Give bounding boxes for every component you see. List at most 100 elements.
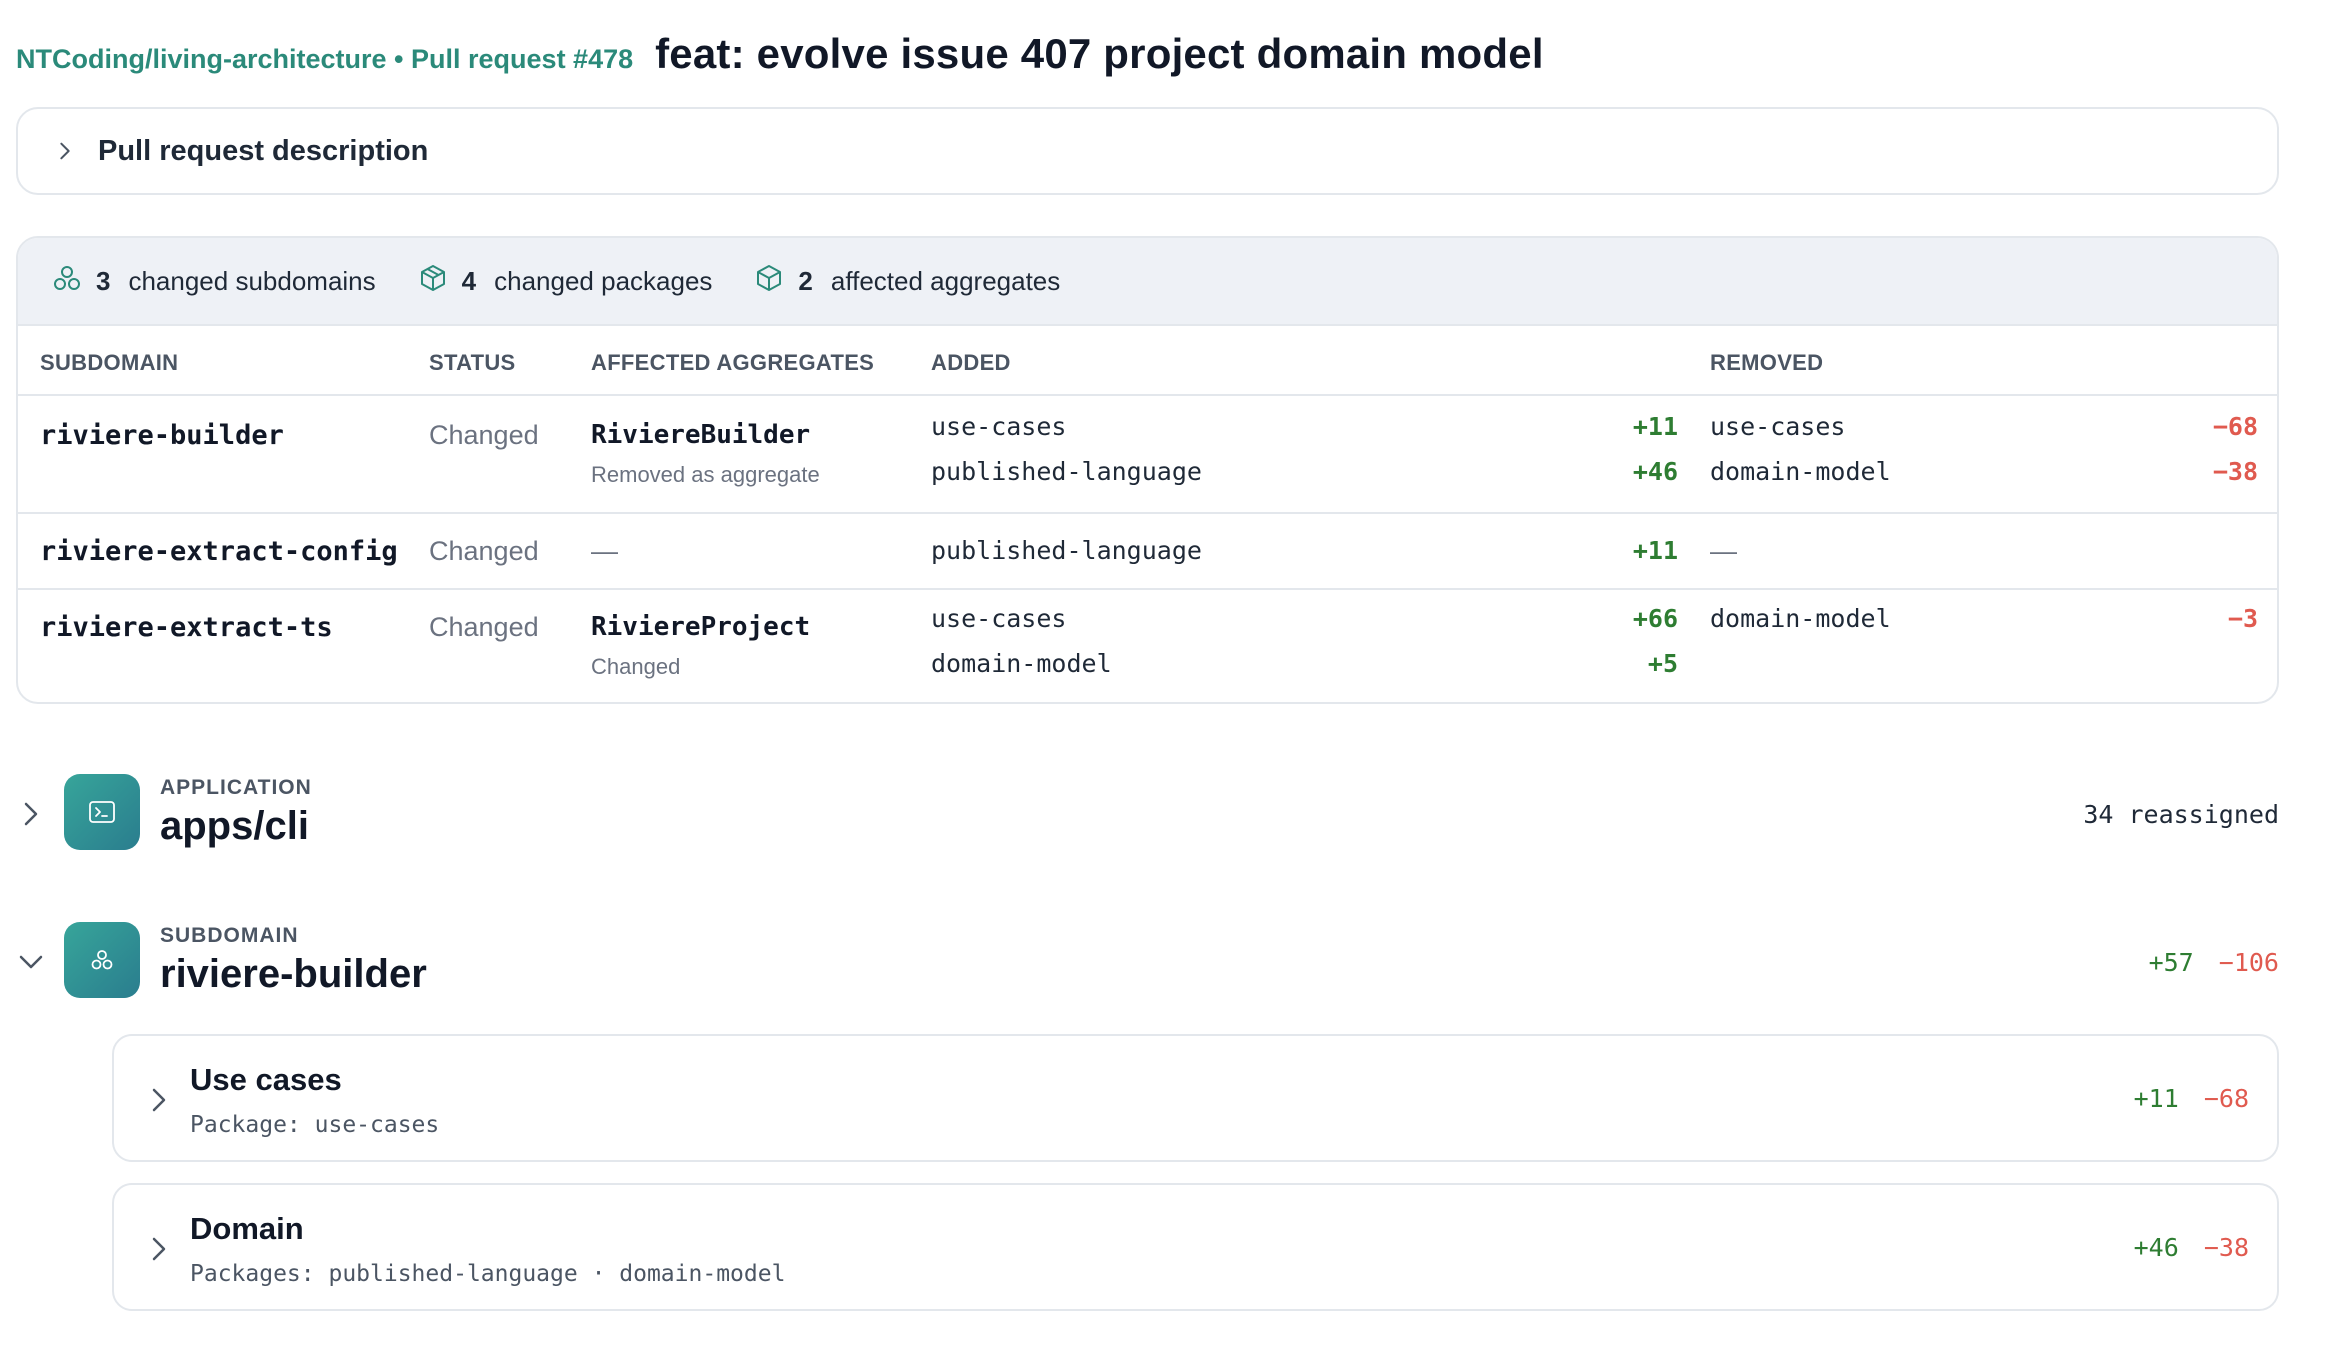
aggregate-empty: —: [591, 536, 618, 566]
removed-deltas: −68 −38: [2158, 404, 2258, 494]
stat-affected-aggregates: 2 affected aggregates: [754, 263, 1060, 300]
description-label[interactable]: Pull request description: [98, 135, 428, 168]
stat-count: 4: [461, 265, 477, 296]
added-count: +5: [1647, 649, 1678, 678]
stat-count: 2: [798, 265, 813, 296]
pr-number[interactable]: Pull request #478: [411, 44, 633, 74]
added-count: +66: [1632, 604, 1678, 633]
aggregate-note: Changed: [591, 654, 681, 679]
change-summary: 3 changed subdomains 4 changed packages …: [16, 236, 2279, 704]
package-name: published-language: [931, 536, 1202, 565]
chevron-right-icon[interactable]: [16, 799, 46, 829]
added-packages: use-cases published-language: [931, 404, 1202, 494]
terminal-icon: [64, 774, 140, 850]
package-diff-stats: +11 −68: [2134, 1084, 2249, 1113]
reassigned-count: 34 reassigned: [2083, 800, 2279, 829]
package-card-subtitle: Package: use-cases: [190, 1112, 440, 1138]
table-row: riviere-builder Changed RiviereBuilder R…: [18, 396, 2277, 514]
subdomain-name[interactable]: riviere-extract-config: [40, 536, 398, 567]
added-count: +46: [1632, 457, 1678, 486]
status-text: Changed: [429, 420, 539, 450]
package-name: use-cases: [1710, 412, 1846, 441]
status-text: Changed: [429, 612, 539, 642]
section-title[interactable]: riviere-builder: [160, 952, 427, 997]
package-card-title[interactable]: Use cases: [190, 1062, 342, 1098]
chevron-right-icon[interactable]: [144, 1085, 174, 1115]
package-icon: [418, 263, 448, 300]
section-diff-stats: +57 −106: [2149, 948, 2279, 977]
aggregate-name: RiviereProject: [591, 612, 811, 642]
removed-packages: domain-model: [1710, 596, 1891, 641]
column-header-aggregates: AFFECTED AGGREGATES: [591, 350, 875, 375]
removed-count: −3: [2227, 604, 2258, 633]
package-diff-stats: +46 −38: [2134, 1233, 2249, 1262]
package-name: published-language: [931, 457, 1202, 486]
repo-pr-link[interactable]: NTCoding/living-architecture • Pull requ…: [16, 44, 633, 75]
added-deltas: +11: [1578, 528, 1678, 573]
package-name: domain-model: [1710, 457, 1891, 486]
added-count: +11: [2133, 1084, 2179, 1113]
removed-count: −106: [2218, 948, 2279, 977]
section-riviere-builder[interactable]: SUBDOMAIN riviere-builder +57 −106: [16, 922, 2279, 1002]
added-packages: use-cases domain-model: [931, 596, 1112, 686]
section-kind-label: APPLICATION: [160, 776, 312, 799]
package-name: use-cases: [931, 604, 1067, 633]
removed-count: −68: [2212, 412, 2258, 441]
aggregate-cell: RiviereProject Changed: [591, 612, 810, 680]
page-title: feat: evolve issue 407 project domain mo…: [655, 30, 1544, 77]
table-row: riviere-extract-config Changed — publish…: [18, 514, 2277, 590]
package-card-domain[interactable]: Domain Packages: published-language · do…: [112, 1183, 2279, 1311]
status-text: Changed: [429, 536, 539, 566]
added-count: +57: [2148, 948, 2194, 977]
added-count: +11: [1632, 536, 1678, 565]
subdomain-name[interactable]: riviere-builder: [40, 420, 284, 451]
stat-count: 3: [96, 265, 111, 296]
pr-header: NTCoding/living-architecture • Pull requ…: [16, 30, 1544, 78]
package-card-title[interactable]: Domain: [190, 1211, 304, 1247]
table-row: riviere-extract-ts Changed RiviereProjec…: [18, 590, 2277, 702]
section-title[interactable]: apps/cli: [160, 804, 309, 849]
removed-count: −38: [2212, 457, 2258, 486]
removed-empty: —: [1710, 536, 1737, 566]
subdomain-icon: [64, 922, 140, 998]
stat-label: changed packages: [494, 265, 713, 296]
removed-packages: use-cases domain-model: [1710, 404, 1891, 494]
column-header-added: ADDED: [931, 350, 1011, 375]
section-kind-label: SUBDOMAIN: [160, 924, 299, 947]
removed-count: −38: [2203, 1233, 2249, 1262]
subdomain-icon: [52, 263, 82, 300]
pull-request-description-panel[interactable]: Pull request description: [16, 107, 2279, 195]
separator-dot: •: [394, 44, 412, 74]
column-header-subdomain: SUBDOMAIN: [40, 350, 179, 375]
added-deltas: +11 +46: [1578, 404, 1678, 494]
added-count: +11: [1632, 412, 1678, 441]
added-count: +46: [2133, 1233, 2179, 1262]
chevron-down-icon[interactable]: [16, 947, 46, 977]
column-header-removed: REMOVED: [1710, 350, 1824, 375]
package-card-subtitle: Packages: published-language · domain-mo…: [190, 1261, 786, 1287]
stat-label: changed subdomains: [128, 265, 376, 296]
subdomain-name[interactable]: riviere-extract-ts: [40, 612, 333, 643]
added-packages: published-language: [931, 528, 1202, 573]
aggregate-note: Removed as aggregate: [591, 462, 820, 487]
repo-name[interactable]: NTCoding/living-architecture: [16, 44, 387, 74]
section-apps-cli[interactable]: APPLICATION apps/cli 34 reassigned: [16, 774, 2279, 854]
aggregate-icon: [754, 263, 784, 300]
table-header: SUBDOMAIN STATUS AFFECTED AGGREGATES ADD…: [18, 326, 2277, 396]
stat-label: affected aggregates: [830, 265, 1061, 296]
package-name: domain-model: [1710, 604, 1891, 633]
stat-changed-packages: 4 changed packages: [418, 263, 713, 300]
package-name: domain-model: [931, 649, 1112, 678]
aggregate-cell: RiviereBuilder Removed as aggregate: [591, 420, 820, 488]
package-card-use-cases[interactable]: Use cases Package: use-cases +11 −68: [112, 1034, 2279, 1162]
chevron-right-icon[interactable]: [54, 140, 84, 162]
aggregate-name: RiviereBuilder: [591, 420, 811, 450]
chevron-right-icon[interactable]: [144, 1234, 174, 1264]
removed-deltas: −3: [2158, 596, 2258, 641]
removed-count: −68: [2203, 1084, 2249, 1113]
stat-changed-subdomains: 3 changed subdomains: [52, 263, 376, 300]
added-deltas: +66 +5: [1578, 596, 1678, 686]
package-name: use-cases: [931, 412, 1067, 441]
column-header-status: STATUS: [429, 350, 516, 375]
summary-stats: 3 changed subdomains 4 changed packages …: [18, 238, 2277, 326]
